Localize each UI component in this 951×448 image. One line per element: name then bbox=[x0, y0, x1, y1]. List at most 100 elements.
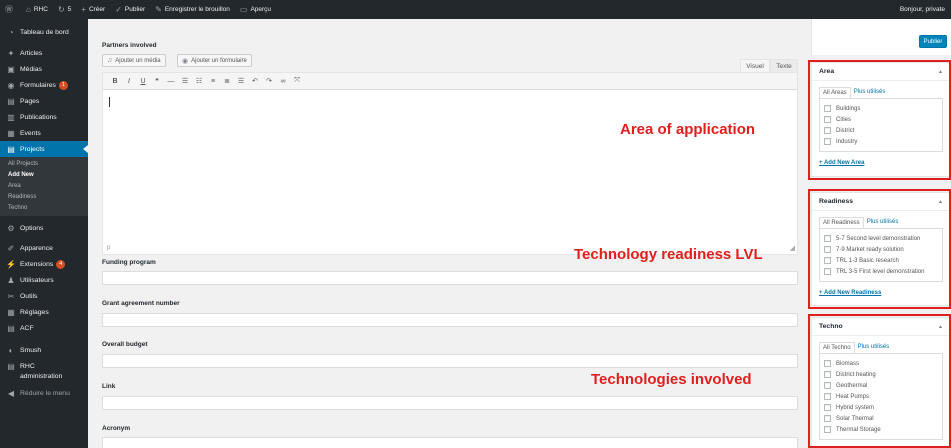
preview-link[interactable]: ▭ Aperçu bbox=[235, 0, 276, 19]
menu-utilisateurs[interactable]: ♟ Utilisateurs bbox=[0, 272, 88, 288]
form-icon: ◉ bbox=[7, 80, 15, 90]
menu-collapse-label: Réduire le menu bbox=[20, 389, 70, 397]
bullet-list-icon[interactable]: ☰ bbox=[179, 77, 191, 85]
menu-projects[interactable]: ▤ Projects bbox=[0, 141, 88, 157]
menu-extensions[interactable]: ⚡ Extensions 4 bbox=[0, 256, 88, 272]
menu-collapse[interactable]: ◀ Réduire le menu bbox=[0, 385, 88, 401]
pencil-icon: ✎ bbox=[155, 5, 162, 14]
wrench-icon: ✂ bbox=[7, 291, 15, 301]
budget-input[interactable] bbox=[102, 354, 798, 368]
projects-submenu: All Projects Add New Area Readiness Tech… bbox=[0, 157, 88, 216]
check-icon: ✓ bbox=[115, 5, 122, 14]
fullscreen-icon[interactable]: ⤧ bbox=[291, 77, 303, 85]
menu-reglages[interactable]: ▦ Réglages bbox=[0, 304, 88, 320]
document-icon: ▥ bbox=[7, 112, 15, 122]
pages-icon: ▤ bbox=[7, 96, 15, 106]
menu-medias[interactable]: ▣ Médias bbox=[0, 61, 88, 77]
menu-rhc-admin[interactable]: ▤ RHC bbox=[0, 361, 88, 371]
submenu-add-new[interactable]: Add New bbox=[0, 170, 88, 181]
wordpress-icon: Ⓦ bbox=[5, 5, 13, 14]
menu-rhc-admin-label-2: administration bbox=[20, 372, 63, 380]
extensions-badge: 4 bbox=[56, 259, 66, 269]
menu-events-label: Events bbox=[20, 129, 41, 137]
partners-label: Partners involved bbox=[102, 42, 157, 49]
menu-pages[interactable]: ▤ Pages bbox=[0, 93, 88, 109]
menu-outils[interactable]: ✂ Outils bbox=[0, 288, 88, 304]
menu-rhc-admin-line2[interactable]: administration bbox=[0, 371, 88, 381]
updates-link[interactable]: ↻ 5 bbox=[53, 0, 76, 19]
submenu-techno[interactable]: Techno bbox=[0, 203, 88, 214]
tab-text[interactable]: Texte bbox=[770, 59, 798, 73]
undo-icon[interactable]: ↶ bbox=[249, 77, 261, 85]
menu-rhc-admin-label-1: RHC bbox=[20, 362, 35, 370]
menu-apparence[interactable]: ✐ Apparence bbox=[0, 240, 88, 256]
publish-link[interactable]: ✓ Publier bbox=[110, 0, 150, 19]
site-name: RHC bbox=[33, 6, 48, 13]
admin-bar: Ⓦ ⌂ RHC ↻ 5 + Créer ✓ Publier ✎ Enregistrer l… bbox=[0, 0, 951, 19]
publish-button[interactable]: Publier bbox=[919, 35, 947, 48]
new-content-link[interactable]: + Créer bbox=[76, 0, 110, 19]
menu-articles[interactable]: ✦ Articles bbox=[0, 45, 88, 61]
horizontal-rule-icon[interactable]: — bbox=[165, 78, 177, 85]
wp-logo[interactable]: Ⓦ bbox=[0, 0, 21, 19]
smush-icon: ◐ bbox=[8, 345, 14, 355]
techno-highlight-box bbox=[808, 314, 951, 448]
refresh-icon: ↻ bbox=[57, 5, 65, 14]
menu-extensions-label: Extensions bbox=[20, 260, 54, 268]
blockquote-icon[interactable]: ❝ bbox=[151, 77, 163, 85]
underline-icon[interactable]: U bbox=[137, 78, 149, 85]
dashboard-icon: ◔ bbox=[8, 27, 14, 37]
numbered-list-icon[interactable]: ☷ bbox=[193, 77, 205, 85]
submenu-readiness[interactable]: Readiness bbox=[0, 192, 88, 203]
acronym-input[interactable] bbox=[102, 437, 798, 448]
formulaires-badge: 1 bbox=[58, 80, 68, 90]
menu-medias-label: Médias bbox=[20, 65, 42, 73]
tab-visual[interactable]: Visuel bbox=[740, 59, 770, 73]
align-right-icon[interactable]: ☰ bbox=[235, 77, 247, 85]
plus-icon: + bbox=[81, 5, 86, 14]
add-form-label: Ajouter un formulaire bbox=[191, 57, 247, 64]
link-input[interactable] bbox=[102, 396, 798, 410]
funding-input[interactable] bbox=[102, 271, 798, 285]
rhc-admin-icon: ▤ bbox=[7, 361, 15, 371]
submenu-area[interactable]: Area bbox=[0, 181, 88, 192]
align-left-icon[interactable]: ≡ bbox=[207, 78, 219, 85]
submenu-all-projects[interactable]: All Projects bbox=[0, 159, 88, 170]
add-form-button[interactable]: ◉ Ajouter un formulaire bbox=[177, 54, 252, 67]
acf-icon: ▤ bbox=[7, 323, 15, 333]
grant-input[interactable] bbox=[102, 313, 798, 327]
editor-path: p bbox=[107, 245, 111, 251]
menu-publications[interactable]: ▥ Publications bbox=[0, 109, 88, 125]
settings-icon: ▦ bbox=[7, 307, 15, 317]
collapse-icon: ◀ bbox=[7, 388, 15, 398]
users-icon: ♟ bbox=[7, 275, 15, 285]
grant-label: Grant agreement number bbox=[102, 300, 180, 307]
menu-dashboard[interactable]: ◔ Tableau de bord bbox=[0, 24, 88, 40]
area-annotation: Area of application bbox=[620, 121, 756, 138]
rich-text-editor[interactable]: B I U ❝ — ☰ ☷ ≡ ≣ ☰ ↶ ↷ ∞ ⤧ p ◢ bbox=[102, 72, 798, 255]
italic-icon[interactable]: I bbox=[123, 78, 135, 85]
menu-smush[interactable]: ◐ Smush bbox=[0, 342, 88, 358]
brush-icon: ✐ bbox=[7, 243, 15, 253]
menu-acf[interactable]: ▤ ACF bbox=[0, 320, 88, 336]
menu-dashboard-label: Tableau de bord bbox=[20, 28, 69, 36]
bold-icon[interactable]: B bbox=[109, 78, 121, 85]
site-name-link[interactable]: ⌂ RHC bbox=[21, 0, 53, 19]
link-icon[interactable]: ∞ bbox=[277, 78, 289, 85]
resize-handle-icon[interactable]: ◢ bbox=[790, 244, 795, 252]
menu-reglages-label: Réglages bbox=[20, 308, 49, 316]
save-draft-link[interactable]: ✎ Enregistrer le brouillon bbox=[150, 0, 235, 19]
form-icon: ◉ bbox=[182, 57, 189, 65]
align-center-icon[interactable]: ≣ bbox=[221, 77, 233, 85]
media-icon: ♫ bbox=[107, 57, 113, 64]
link-label: Link bbox=[102, 383, 116, 390]
greeting: Bonjour, private bbox=[899, 6, 945, 13]
add-media-button[interactable]: ♫ Ajouter un média bbox=[102, 54, 166, 67]
menu-options[interactable]: ⚙ Options bbox=[0, 220, 88, 236]
acronym-label: Acronym bbox=[102, 425, 131, 432]
redo-icon[interactable]: ↷ bbox=[263, 77, 275, 85]
menu-pages-label: Pages bbox=[20, 97, 40, 105]
menu-events[interactable]: ▦ Events bbox=[0, 125, 88, 141]
menu-formulaires[interactable]: ◉ Formulaires 1 bbox=[0, 77, 88, 93]
account-menu[interactable]: Bonjour, private bbox=[895, 0, 951, 19]
